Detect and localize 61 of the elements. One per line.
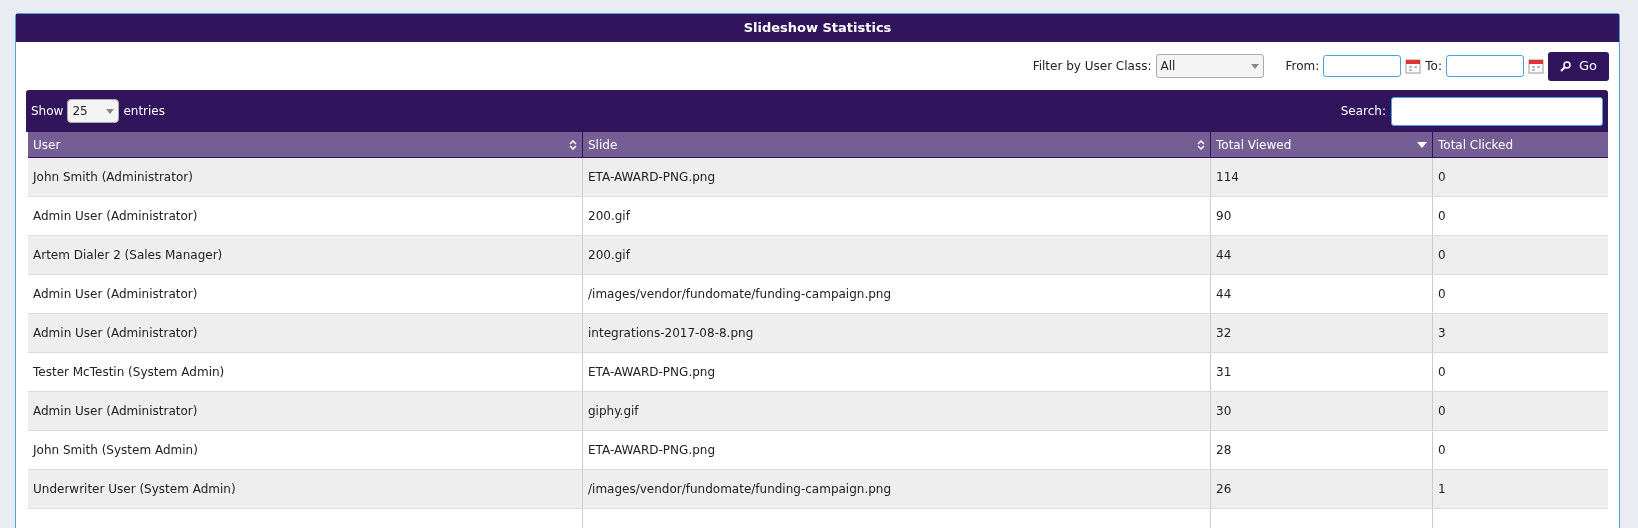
to-date-field[interactable] bbox=[1445, 55, 1524, 77]
table-cell-text: ETA-AWARD-PNG.png bbox=[588, 169, 716, 186]
search-icon bbox=[1559, 60, 1571, 72]
table-cell-text: Admin User (Administrator) bbox=[33, 325, 198, 342]
table-cell-text: John Smith (System Admin) bbox=[33, 442, 198, 459]
table-cell-text: integrations-2017-08-8.png bbox=[588, 325, 754, 342]
table-cell-text: 30 bbox=[1216, 403, 1232, 420]
user-class-select[interactable]: All bbox=[1155, 54, 1264, 78]
table-cell-text: /images/vendor/fundomate/funding-campaign.png bbox=[588, 286, 892, 303]
table-cell-text: John Smith (Administrator) bbox=[33, 169, 193, 186]
sort-icon[interactable] bbox=[569, 138, 577, 151]
filter-label: Filter by User Class: bbox=[1032, 58, 1152, 75]
column-header[interactable]: Total Viewed bbox=[1211, 132, 1433, 157]
sort-descending-icon[interactable] bbox=[1417, 141, 1427, 148]
column-header[interactable]: Total Clicked bbox=[1433, 132, 1608, 157]
dropdown-arrow-icon bbox=[106, 108, 115, 114]
table-cell-text: 90 bbox=[1216, 208, 1232, 225]
go-button[interactable]: Go bbox=[1547, 51, 1609, 81]
table-cell-text: Artem Dialer 2 (Sales Manager) bbox=[33, 247, 223, 264]
dropdown-arrow-icon bbox=[1250, 63, 1259, 69]
table-cell-text: 26 bbox=[1216, 481, 1232, 498]
table-cell-text: 1 bbox=[1438, 481, 1446, 498]
table-cell-text: /images/vendor/fundomate/funding-campaign.png bbox=[588, 481, 892, 498]
table-cell-text: 0 bbox=[1438, 364, 1446, 381]
calendar-icon[interactable] bbox=[1527, 58, 1544, 74]
table-cell-text: 44 bbox=[1216, 247, 1232, 264]
table-cell-text: Tester McTestin (System Admin) bbox=[33, 364, 225, 381]
table-cell-text: 32 bbox=[1216, 325, 1232, 342]
table-cell-text: 0 bbox=[1438, 442, 1446, 459]
table-cell-text: Admin User (Administrator) bbox=[33, 286, 198, 303]
table-cell-text: 0 bbox=[1438, 208, 1446, 225]
entries-label: entries bbox=[123, 103, 165, 120]
show-label: Show bbox=[31, 103, 64, 120]
table-cell-text: Admin User (Administrator) bbox=[33, 208, 198, 225]
entries-select[interactable]: 25 bbox=[67, 99, 120, 123]
table-cell-text: 44 bbox=[1216, 286, 1232, 303]
table-cell-text: 114 bbox=[1216, 169, 1239, 186]
panel-title: Slideshow Statistics bbox=[743, 19, 892, 38]
table-cell-text: giphy.gif bbox=[588, 403, 639, 420]
table-cell-text: 200.gif bbox=[588, 247, 630, 264]
to-label: To: bbox=[1425, 58, 1442, 75]
calendar-icon[interactable] bbox=[1405, 58, 1422, 74]
table-cell-text: 200.gif bbox=[588, 208, 630, 225]
sort-icon[interactable] bbox=[1197, 138, 1205, 151]
table-cell-text: Admin User (Administrator) bbox=[33, 403, 198, 420]
table-cell-text: 31 bbox=[1216, 364, 1232, 381]
table-cell-text: 0 bbox=[1438, 403, 1446, 420]
column-header[interactable]: User bbox=[28, 132, 583, 157]
table-cell-text: 0 bbox=[1438, 247, 1446, 264]
table-cell-text: 0 bbox=[1438, 169, 1446, 186]
table-cell-text: 3 bbox=[1438, 325, 1446, 342]
table-cell-text: ETA-AWARD-PNG.png bbox=[588, 442, 716, 459]
table-cell-text: ETA-AWARD-PNG.png bbox=[588, 364, 716, 381]
table-cell-text: 28 bbox=[1216, 442, 1232, 459]
column-header[interactable]: Slide bbox=[583, 132, 1211, 157]
from-date-field[interactable] bbox=[1323, 55, 1402, 77]
search-label: Search: bbox=[1340, 103, 1386, 120]
search-field[interactable] bbox=[1391, 96, 1603, 126]
table-cell-text: Underwriter User (System Admin) bbox=[33, 481, 236, 498]
table-cell-text: 0 bbox=[1438, 286, 1446, 303]
from-label: From: bbox=[1285, 58, 1320, 75]
